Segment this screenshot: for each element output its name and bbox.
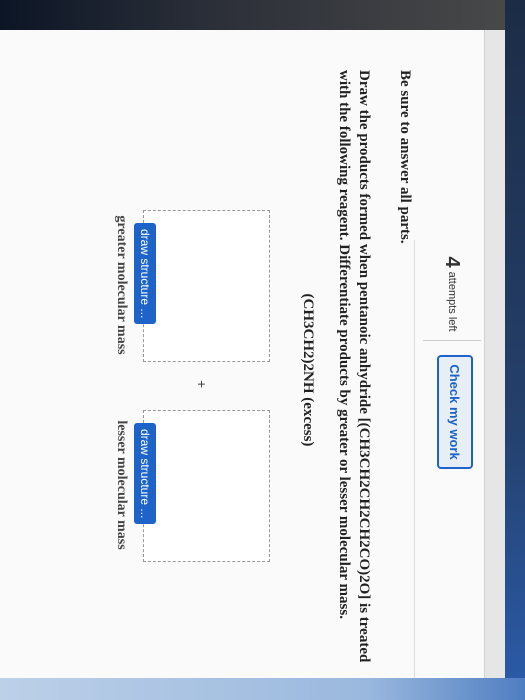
answer-area: draw structure ... + draw structure ... … xyxy=(60,210,270,580)
caption-lesser-mass: lesser molecular mass xyxy=(114,420,129,550)
structure-box-lesser[interactable]: draw structure ... xyxy=(134,410,270,562)
question-header: 4 attempts left Check my work xyxy=(414,240,485,678)
structure-box-greater[interactable]: draw structure ... xyxy=(134,210,270,362)
caption-greater-mass: greater molecular mass xyxy=(114,215,129,355)
question-page: 4 attempts left Check my work Be sure to… xyxy=(0,30,505,678)
attempts-count: 4 xyxy=(441,256,464,268)
plus-sign: + xyxy=(194,380,210,389)
draw-structure-button-greater[interactable]: draw structure ... xyxy=(134,223,156,325)
question-body: Be sure to answer all parts. Draw the pr… xyxy=(299,70,413,670)
attempts-indicator: 4 attempts left xyxy=(423,248,481,341)
rotated-content: 4 attempts left Check my work Be sure to… xyxy=(0,30,505,678)
background-top xyxy=(0,0,525,30)
question-prompt: Draw the products formed when pentanoic … xyxy=(336,70,372,663)
draw-structure-button-lesser[interactable]: draw structure ... xyxy=(134,423,156,525)
instruction-text: Be sure to answer all parts. xyxy=(397,70,413,244)
reagent-formula: (CH3CH2)2NH (excess) xyxy=(300,293,316,447)
attempts-label: attempts left xyxy=(446,271,458,332)
check-my-work-button[interactable]: Check my work xyxy=(437,355,473,469)
top-strip xyxy=(484,30,505,678)
background-right xyxy=(505,0,525,700)
taskbar xyxy=(0,678,525,700)
